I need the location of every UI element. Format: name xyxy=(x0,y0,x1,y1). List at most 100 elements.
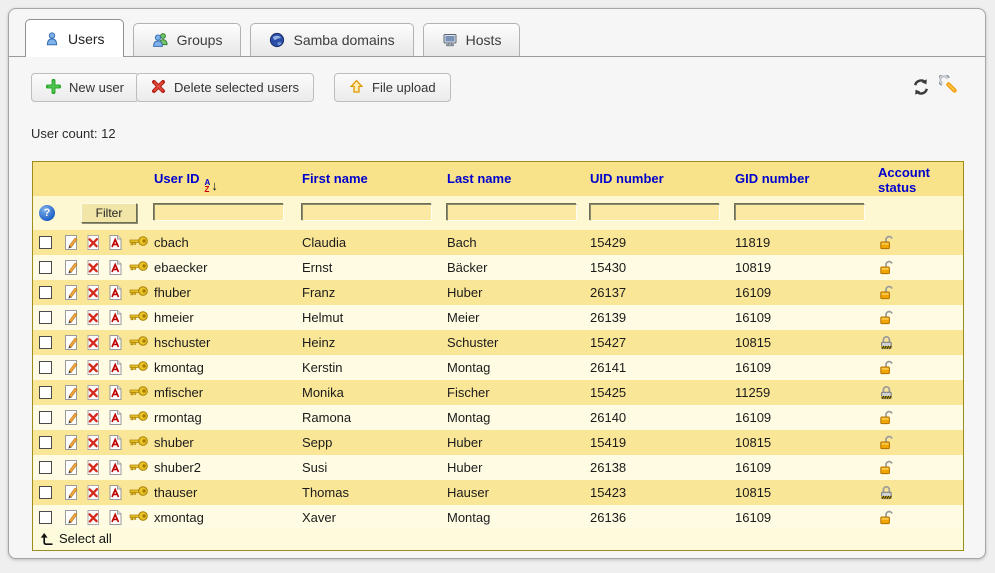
user-id-cell[interactable]: shuber xyxy=(154,430,194,455)
edit-icon[interactable] xyxy=(63,384,80,401)
row-checkbox[interactable] xyxy=(39,411,52,424)
user-id-cell[interactable]: kmontag xyxy=(154,355,204,380)
column-header-gid-number[interactable]: GID number xyxy=(735,162,809,196)
filter-uid-number-input[interactable] xyxy=(590,204,720,221)
row-checkbox[interactable] xyxy=(39,386,52,399)
password-key-icon[interactable] xyxy=(129,334,146,351)
pdf-icon[interactable] xyxy=(107,259,124,276)
row-checkbox[interactable] xyxy=(39,361,52,374)
table-row: hschuster Heinz Schuster 15427 10815 xyxy=(33,330,963,355)
pdf-icon[interactable] xyxy=(107,309,124,326)
edit-icon[interactable] xyxy=(63,459,80,476)
edit-icon[interactable] xyxy=(63,409,80,426)
tab-users[interactable]: Users xyxy=(25,19,124,57)
user-id-cell[interactable]: shuber2 xyxy=(154,455,201,480)
delete-icon[interactable] xyxy=(85,434,102,451)
edit-icon[interactable] xyxy=(63,259,80,276)
first-name-cell: Sepp xyxy=(302,430,332,455)
filter-first-name-input[interactable] xyxy=(302,204,432,221)
delete-icon[interactable] xyxy=(85,309,102,326)
password-key-icon[interactable] xyxy=(129,359,146,376)
tab-samba-domains[interactable]: Samba domains xyxy=(250,23,413,56)
user-id-cell[interactable]: thauser xyxy=(154,480,197,505)
select-all-row[interactable]: Select all xyxy=(33,528,963,550)
delete-icon[interactable] xyxy=(85,284,102,301)
account-status-icon xyxy=(878,234,895,251)
password-key-icon[interactable] xyxy=(129,384,146,401)
pdf-icon[interactable] xyxy=(107,434,124,451)
password-key-icon[interactable] xyxy=(129,259,146,276)
tools-wrench-icon[interactable] xyxy=(939,75,959,95)
password-key-icon[interactable] xyxy=(129,459,146,476)
new-user-button[interactable]: New user xyxy=(31,73,139,102)
row-checkbox[interactable] xyxy=(39,511,52,524)
row-checkbox[interactable] xyxy=(39,311,52,324)
column-header-first-name[interactable]: First name xyxy=(302,162,368,196)
password-key-icon[interactable] xyxy=(129,484,146,501)
help-icon[interactable]: ? xyxy=(39,205,55,221)
user-id-cell[interactable]: fhuber xyxy=(154,280,191,305)
edit-icon[interactable] xyxy=(63,434,80,451)
row-checkbox[interactable] xyxy=(39,261,52,274)
row-checkbox[interactable] xyxy=(39,286,52,299)
password-key-icon[interactable] xyxy=(129,309,146,326)
delete-icon[interactable] xyxy=(85,359,102,376)
edit-icon[interactable] xyxy=(63,309,80,326)
delete-icon[interactable] xyxy=(85,484,102,501)
row-checkbox[interactable] xyxy=(39,436,52,449)
delete-icon[interactable] xyxy=(85,384,102,401)
filter-last-name-input[interactable] xyxy=(447,204,577,221)
column-header-account-status[interactable]: Account status xyxy=(878,165,962,195)
password-key-icon[interactable] xyxy=(129,409,146,426)
row-checkbox[interactable] xyxy=(39,486,52,499)
delete-icon[interactable] xyxy=(85,409,102,426)
tab-hosts[interactable]: Hosts xyxy=(423,23,521,56)
filter-user-id-input[interactable] xyxy=(154,204,284,221)
row-actions xyxy=(63,284,146,301)
edit-icon[interactable] xyxy=(63,284,80,301)
delete-icon[interactable] xyxy=(85,234,102,251)
row-checkbox[interactable] xyxy=(39,336,52,349)
delete-icon[interactable] xyxy=(85,509,102,526)
row-checkbox[interactable] xyxy=(39,461,52,474)
delete-selected-users-button[interactable]: Delete selected users xyxy=(136,73,314,102)
user-id-cell[interactable]: ebaecker xyxy=(154,255,207,280)
column-header-last-name[interactable]: Last name xyxy=(447,162,511,196)
password-key-icon[interactable] xyxy=(129,234,146,251)
filter-button[interactable]: Filter xyxy=(81,203,137,223)
account-status-icon xyxy=(878,434,895,451)
user-id-cell[interactable]: rmontag xyxy=(154,405,202,430)
pdf-icon[interactable] xyxy=(107,384,124,401)
refresh-icon[interactable] xyxy=(911,77,931,97)
gid-number-cell: 16109 xyxy=(735,505,771,530)
password-key-icon[interactable] xyxy=(129,509,146,526)
edit-icon[interactable] xyxy=(63,234,80,251)
edit-icon[interactable] xyxy=(63,359,80,376)
edit-icon[interactable] xyxy=(63,334,80,351)
user-id-cell[interactable]: cbach xyxy=(154,230,189,255)
edit-icon[interactable] xyxy=(63,509,80,526)
delete-icon[interactable] xyxy=(85,459,102,476)
pdf-icon[interactable] xyxy=(107,459,124,476)
user-id-cell[interactable]: mfischer xyxy=(154,380,203,405)
column-header-uid-number[interactable]: UID number xyxy=(590,162,664,196)
pdf-icon[interactable] xyxy=(107,234,124,251)
user-id-cell[interactable]: hschuster xyxy=(154,330,210,355)
user-id-cell[interactable]: hmeier xyxy=(154,305,194,330)
edit-icon[interactable] xyxy=(63,484,80,501)
password-key-icon[interactable] xyxy=(129,284,146,301)
pdf-icon[interactable] xyxy=(107,359,124,376)
pdf-icon[interactable] xyxy=(107,334,124,351)
filter-gid-number-input[interactable] xyxy=(735,204,865,221)
row-checkbox[interactable] xyxy=(39,236,52,249)
pdf-icon[interactable] xyxy=(107,409,124,426)
delete-icon[interactable] xyxy=(85,334,102,351)
file-upload-button[interactable]: File upload xyxy=(334,73,451,102)
pdf-icon[interactable] xyxy=(107,284,124,301)
delete-icon[interactable] xyxy=(85,259,102,276)
tab-groups[interactable]: Groups xyxy=(133,23,242,56)
password-key-icon[interactable] xyxy=(129,434,146,451)
pdf-icon[interactable] xyxy=(107,509,124,526)
user-id-cell[interactable]: xmontag xyxy=(154,505,204,530)
pdf-icon[interactable] xyxy=(107,484,124,501)
